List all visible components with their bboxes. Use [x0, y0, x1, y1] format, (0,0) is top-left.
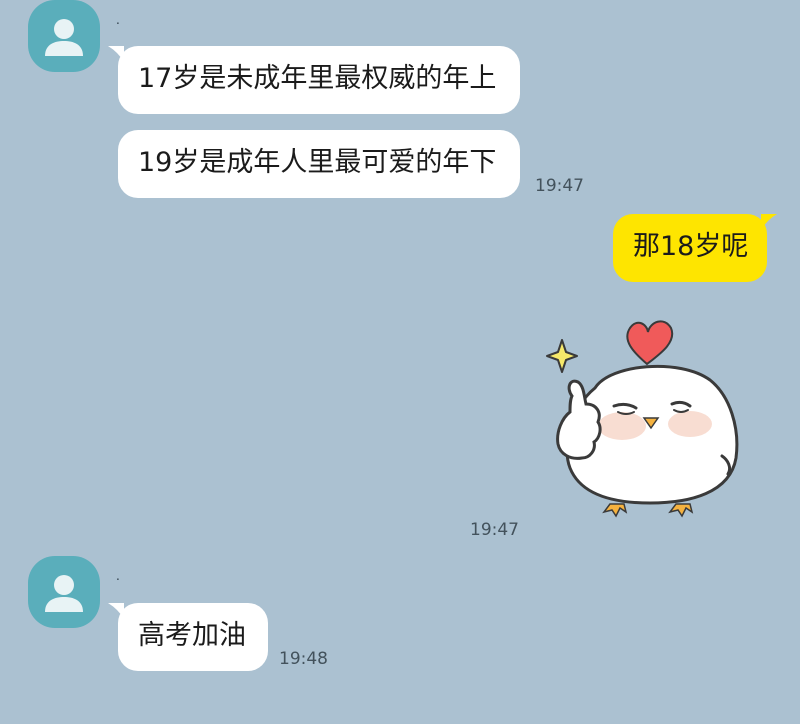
message-bubble[interactable]: 高考加油: [108, 603, 268, 671]
message-bubble[interactable]: 17岁是未成年里最权威的年上: [108, 46, 520, 114]
message-timestamp: 19:48: [279, 649, 328, 669]
message-text: 19岁是成年人里最可爱的年下: [138, 147, 497, 178]
sender-name: .: [116, 569, 120, 583]
bubble-tail: [761, 214, 777, 230]
chick-thumbs-up-sticker[interactable]: [540, 308, 750, 523]
person-icon: [45, 575, 83, 612]
message-text: 高考加油: [138, 620, 246, 651]
message-bubble[interactable]: 19岁是成年人里最可爱的年下: [118, 130, 520, 198]
chick-sticker-icon: [546, 320, 739, 518]
message-timestamp: 19:47: [535, 176, 584, 196]
bubble-tail: [108, 603, 124, 619]
message-text: 那18岁呢: [633, 231, 749, 262]
avatar[interactable]: [28, 556, 100, 628]
person-icon: [45, 19, 83, 56]
avatar[interactable]: [28, 0, 100, 72]
message-timestamp: 19:47: [470, 520, 519, 540]
bubble-tail: [108, 46, 124, 62]
sent-message-bubble[interactable]: 那18岁呢: [613, 214, 777, 282]
sender-name: .: [116, 13, 120, 27]
message-text: 17岁是未成年里最权威的年上: [138, 63, 497, 94]
